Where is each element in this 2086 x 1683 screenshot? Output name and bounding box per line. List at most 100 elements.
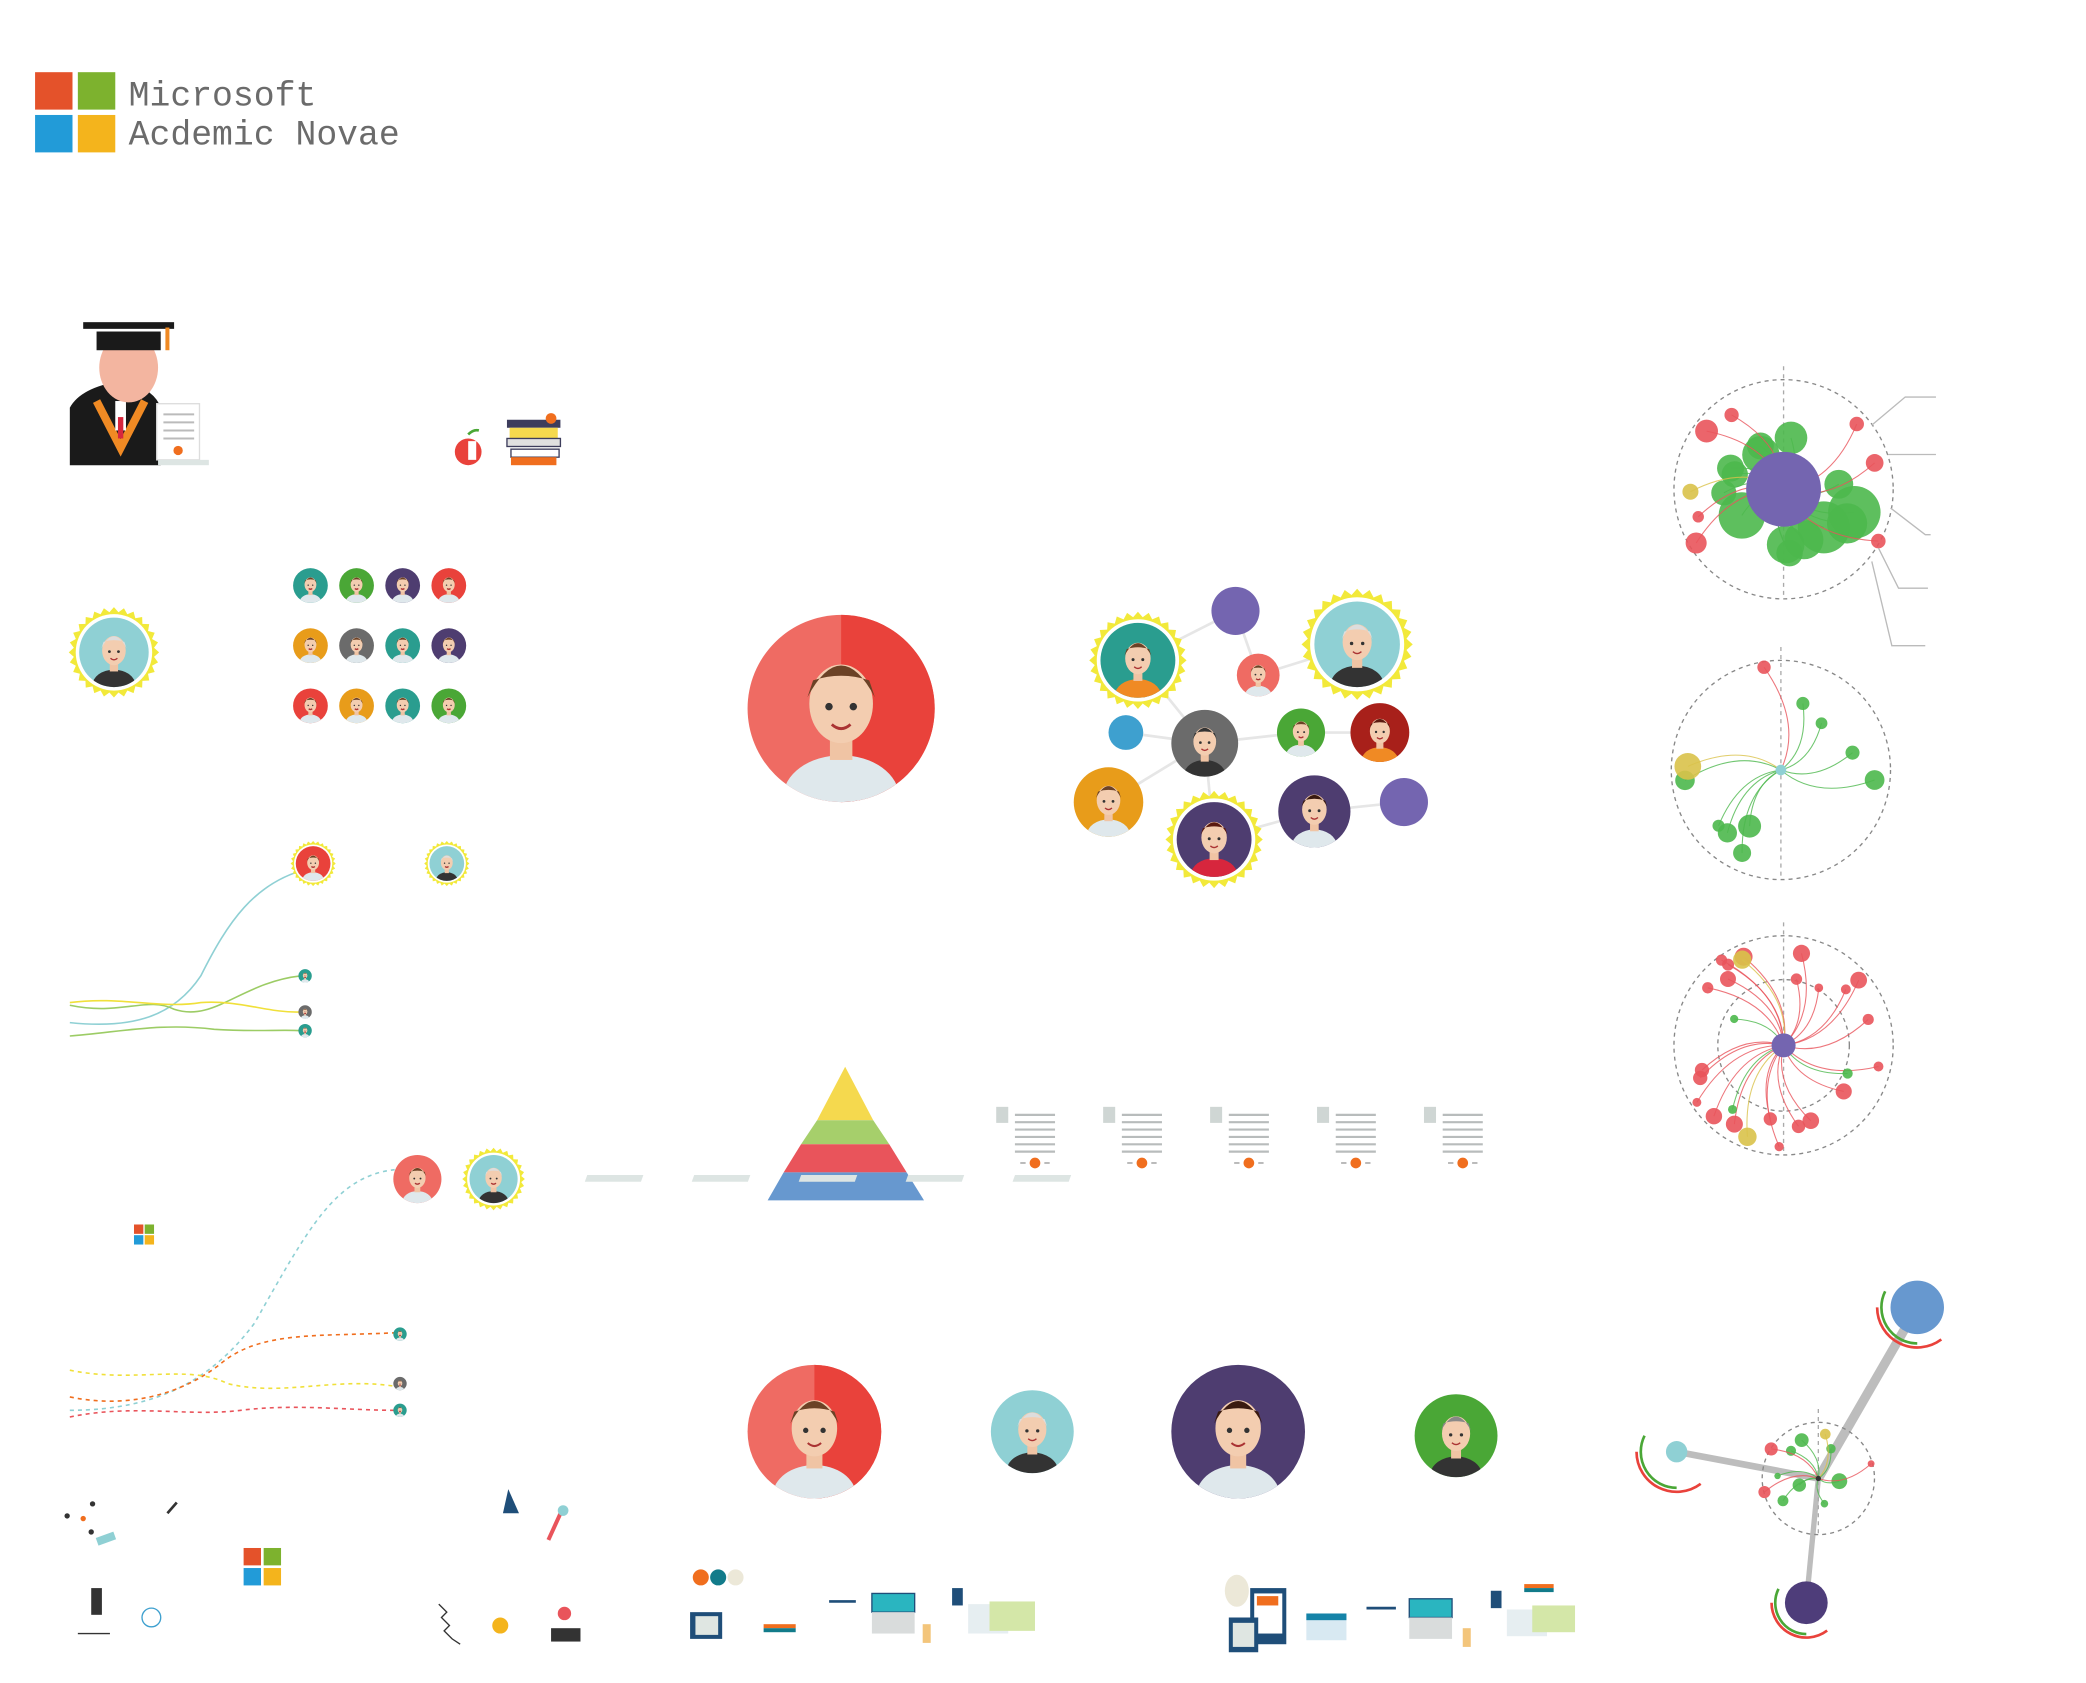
logo-line2: Acdemic Novae: [129, 116, 400, 155]
node: [1379, 778, 1428, 827]
avatar: [1276, 708, 1326, 757]
node: [1733, 843, 1752, 862]
avatar: [431, 568, 467, 603]
avatar: [1414, 1394, 1498, 1478]
avatar: [1089, 611, 1187, 710]
node: [1840, 984, 1851, 995]
node: [1730, 1014, 1739, 1024]
node: [1758, 1485, 1771, 1499]
node: [1738, 1127, 1757, 1147]
avatar: [298, 1005, 312, 1019]
node: [1849, 416, 1864, 432]
node: [1796, 696, 1810, 711]
network-diagram: [1673, 366, 1894, 600]
node: [1850, 971, 1868, 989]
node: [1763, 1112, 1778, 1126]
avatar: [1350, 703, 1410, 762]
node: [1774, 1472, 1781, 1480]
hub-node: [1815, 1475, 1822, 1482]
node: [1784, 1581, 1828, 1625]
avatar: [1171, 709, 1239, 777]
node: [1685, 532, 1707, 554]
small-microsoft-logo: [133, 1224, 155, 1245]
science-icons: [64, 1489, 581, 1645]
node: [1864, 770, 1885, 790]
logo-line1: Microsoft: [129, 78, 317, 117]
node: [1865, 454, 1884, 472]
asset-sheet: Microsoft Acdemic Novae: [35, 72, 1944, 1653]
node: [1794, 1433, 1809, 1448]
avatar: [393, 1376, 407, 1391]
node: [1757, 660, 1771, 674]
avatar: [1236, 653, 1280, 697]
linked-network: [1635, 1280, 1944, 1639]
avatar: [293, 568, 328, 603]
avatar: [1278, 775, 1351, 848]
node: [1784, 520, 1824, 560]
node: [1702, 982, 1714, 994]
avatar: [298, 969, 312, 983]
avatar: [290, 840, 336, 887]
microsoft-logo: Microsoft Acdemic Novae: [35, 72, 400, 155]
node: [1733, 950, 1752, 969]
device-icons: [690, 1569, 1576, 1653]
node: [1764, 1442, 1778, 1456]
avatar: [990, 1390, 1074, 1474]
node: [1820, 1499, 1829, 1508]
avatar: [293, 688, 328, 724]
avatar: [1171, 1364, 1306, 1499]
avatar: [339, 628, 374, 664]
node: [1814, 983, 1824, 993]
node: [1674, 752, 1702, 780]
avatar: [385, 688, 421, 724]
node: [1211, 586, 1260, 635]
avatar: [298, 1023, 312, 1038]
node: [1835, 1083, 1852, 1100]
avatar: [1301, 588, 1413, 700]
network-diagrams: [1635, 366, 1944, 1639]
apple-icon: [454, 428, 482, 466]
node: [1724, 407, 1739, 423]
certificate-row: [584, 1106, 1483, 1182]
node: [1692, 511, 1704, 523]
node: [1862, 1013, 1874, 1026]
avatar: [1165, 790, 1263, 889]
trend-lines-2: [69, 1168, 395, 1418]
books-icon: [506, 413, 562, 466]
node: [1845, 745, 1860, 760]
node: [1728, 1104, 1737, 1114]
node: [1721, 461, 1748, 488]
graduate-illustration: [69, 322, 209, 466]
callout-lines: [1871, 396, 1936, 647]
node: [1842, 1068, 1853, 1079]
avatar: [339, 568, 374, 603]
node: [1774, 421, 1808, 455]
node: [1890, 1280, 1944, 1335]
node: [1873, 1061, 1884, 1072]
avatar: [747, 614, 935, 803]
avatar: [1073, 767, 1144, 837]
avatar: [393, 1327, 407, 1341]
node: [1682, 483, 1699, 500]
avatar: [747, 1364, 882, 1499]
node: [1819, 1428, 1831, 1440]
avatar-collection: [68, 568, 1498, 1499]
hub-node: [1746, 451, 1822, 527]
node: [1871, 533, 1886, 549]
network-diagram: [1670, 646, 1892, 881]
node: [1108, 715, 1144, 750]
node: [1777, 1495, 1789, 1507]
avatar: [293, 628, 328, 664]
node: [1867, 1460, 1875, 1468]
hub-node: [1771, 1033, 1796, 1058]
node: [1722, 958, 1735, 971]
node: [1792, 1478, 1806, 1492]
network-diagram: [1673, 922, 1894, 1156]
avatar: [339, 688, 374, 724]
node: [1695, 419, 1719, 443]
avatar: [431, 628, 467, 664]
node: [1824, 469, 1854, 499]
node: [1815, 717, 1828, 730]
avatar: [68, 607, 160, 698]
node: [1693, 1070, 1708, 1086]
